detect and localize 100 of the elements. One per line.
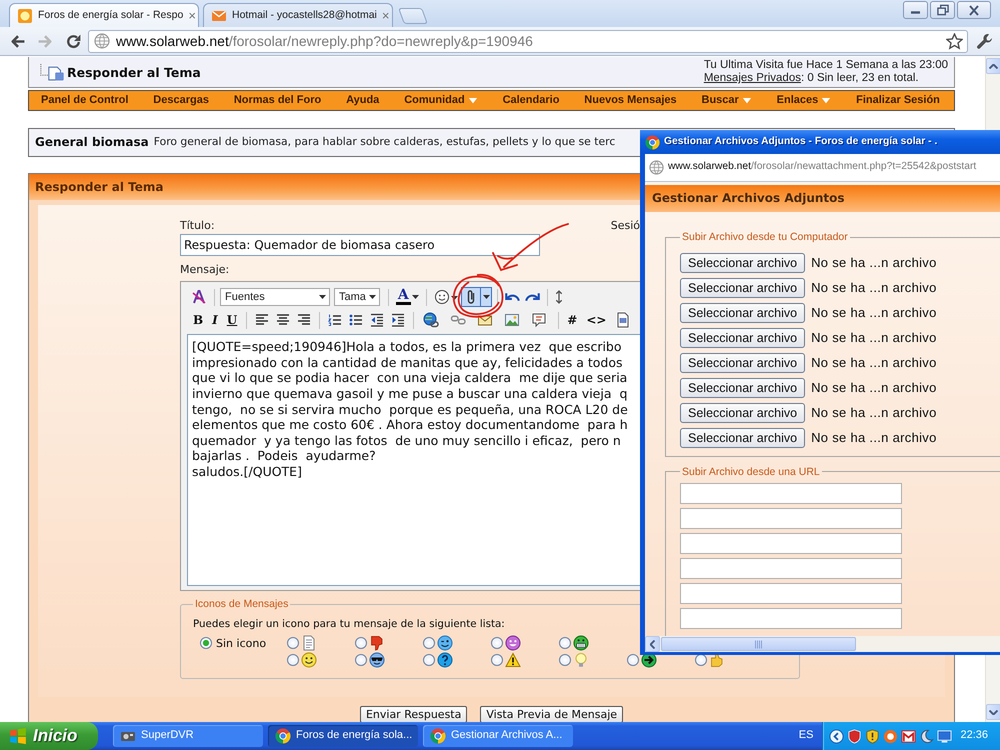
url-field[interactable]	[680, 508, 902, 529]
dropdown-select[interactable]: Fuentes	[220, 288, 330, 306]
radio-button[interactable]	[559, 637, 571, 650]
globe-link-icon	[423, 312, 440, 328]
form-button[interactable]: Enviar Respuesta	[360, 706, 468, 722]
nav-link[interactable]: Ayuda	[346, 94, 380, 108]
text-color-button[interactable]: A	[394, 287, 421, 308]
choose-file-button[interactable]: Seleccionar archivo	[680, 402, 806, 422]
radio-button[interactable]	[695, 654, 707, 666]
close-button[interactable]	[957, 1, 991, 19]
tab-close-button[interactable]: ×	[382, 9, 390, 22]
document-icon	[615, 312, 632, 328]
radio-button[interactable]	[559, 654, 571, 666]
radio-button[interactable]	[491, 637, 503, 650]
message-text-line: tengo, no se si servira mucho porque es pequeña, una ROCA L20 de	[192, 402, 628, 418]
message-text-line: [QUOTE=speed;190946]Hola a todos, es la primera vez que escribo	[192, 339, 622, 355]
private-messages-link[interactable]: Mensajes Privados	[704, 72, 801, 84]
radio-button[interactable]	[355, 654, 367, 666]
radio-button[interactable]	[423, 654, 435, 666]
taskbar-button[interactable]: SuperDVR	[113, 725, 263, 747]
close-icon	[969, 4, 979, 16]
popup-address-bar: www.solarweb.net/forosolar/newattachment.php?t=25542&poststart	[645, 154, 1000, 182]
file-status-text: No se ha ...n archivo	[811, 254, 937, 270]
group-legend: Subir Archivo desde una URL	[680, 466, 822, 477]
nav-link[interactable]: Descargas	[153, 94, 209, 108]
radio-button[interactable]	[627, 654, 639, 666]
grip-icon	[755, 640, 762, 648]
radio-button[interactable]	[423, 637, 435, 650]
language-indicator[interactable]: ES	[798, 729, 814, 743]
browser-tab[interactable]: Hotmail - yocastells28@hotmai ×	[203, 3, 393, 27]
attach-button[interactable]	[460, 287, 492, 308]
html-button[interactable]: <>	[583, 310, 610, 330]
tab-close-button[interactable]: ×	[188, 9, 196, 22]
url-field[interactable]	[680, 608, 902, 629]
italic-button[interactable]: I	[208, 310, 222, 330]
choose-file-button[interactable]: Seleccionar archivo	[680, 328, 806, 348]
thread-icon	[39, 64, 65, 80]
scrollbar-thumb[interactable]	[661, 637, 856, 651]
nav-link[interactable]: Calendario	[502, 94, 560, 108]
title-field[interactable]: Respuesta: Quemador de biomasa casero	[180, 234, 540, 256]
scroll-down-button[interactable]	[986, 704, 1000, 720]
nav-link[interactable]: Finalizar Sesión	[856, 94, 940, 108]
light-bulb-icon	[573, 652, 589, 668]
choose-file-button[interactable]: Seleccionar archivo	[680, 352, 806, 372]
bold-button[interactable]: B	[189, 310, 208, 330]
shield-icon	[847, 728, 862, 744]
minimize-button[interactable]	[903, 1, 928, 19]
bookmark-button[interactable]	[946, 32, 963, 50]
url-field[interactable]	[680, 533, 902, 554]
radio-button[interactable]	[355, 637, 367, 650]
grinning-face-icon	[505, 635, 521, 652]
choose-file-button[interactable]: Seleccionar archivo	[680, 302, 806, 322]
outdent-icon	[369, 312, 386, 328]
scroll-up-button[interactable]	[986, 58, 1000, 74]
address-bar[interactable]: www.solarweb.net/forosolar/newreply.php?do=newreply&p=190946	[88, 30, 968, 52]
nav-link[interactable]: Comunidad	[404, 94, 478, 108]
file-status-text: No se ha ...n archivo	[811, 330, 937, 346]
choose-file-button[interactable]: Seleccionar archivo	[680, 378, 806, 398]
file-status-text: No se ha ...n archivo	[811, 354, 937, 370]
speech-bubble-icon	[531, 312, 548, 328]
url-field[interactable]	[680, 558, 902, 579]
picture-icon	[504, 312, 520, 328]
nav-link[interactable]: Panel de Control	[41, 94, 128, 108]
message-text-line: bajarlas . Podeis ayudarme?	[192, 448, 376, 464]
nav-link[interactable]: Nuevos Mensajes	[584, 94, 677, 108]
wrench-menu-button[interactable]	[976, 32, 993, 50]
group-legend: Iconos de Mensajes	[193, 599, 290, 610]
underline-button[interactable]: U	[222, 310, 242, 330]
radio-button[interactable]	[491, 654, 503, 666]
dropdown-select[interactable]: Tama	[334, 288, 380, 306]
url-field[interactable]	[680, 483, 902, 504]
choose-file-button[interactable]: Seleccionar archivo	[680, 428, 806, 448]
message-text-line: impresionado con la cantidad de manitas que ay, felicidades a todos	[192, 354, 623, 370]
taskbar-button[interactable]: Gestionar Archivos A...	[423, 725, 573, 747]
code-button[interactable]: #	[564, 310, 580, 330]
nav-link[interactable]: Enlaces	[776, 94, 832, 108]
nav-link[interactable]: Buscar	[702, 94, 752, 108]
private-messages-text: Mensajes Privados: 0 Sin leer, 23 en total.	[704, 72, 920, 85]
scroll-left-button[interactable]	[645, 636, 660, 652]
shield-icon	[865, 728, 880, 744]
message-text-line: quemador y ya tengo las fotos de uno muy sencillo i eficaz, pero n	[192, 432, 621, 448]
radio-button[interactable]	[200, 637, 212, 650]
nav-link[interactable]: Normas del Foro	[234, 94, 322, 108]
restore-icon	[936, 4, 948, 16]
choose-file-button[interactable]: Seleccionar archivo	[680, 278, 806, 298]
form-button[interactable]: Vista Previa de Mensaje	[480, 706, 624, 722]
browser-tab[interactable]: Foros de energía solar - Respo ×	[9, 3, 199, 27]
start-button[interactable]: Inicio	[0, 722, 98, 750]
file-status-text: No se ha ...n archivo	[811, 404, 937, 420]
choose-file-button[interactable]: Seleccionar archivo	[680, 252, 806, 272]
question-mark-icon	[437, 652, 453, 668]
radio-button[interactable]	[287, 654, 299, 666]
restore-button[interactable]	[930, 1, 955, 19]
winking-face-icon	[437, 635, 453, 652]
taskbar-button[interactable]: Foros de energía sola...	[268, 725, 418, 747]
ring-icon	[883, 728, 898, 744]
radio-button[interactable]	[287, 637, 299, 650]
url-field[interactable]	[680, 583, 902, 604]
icons-hint-text: Puedes elegir un icono para tu mensaje de la siguiente lista:	[193, 618, 505, 630]
envelope-icon	[901, 728, 916, 744]
